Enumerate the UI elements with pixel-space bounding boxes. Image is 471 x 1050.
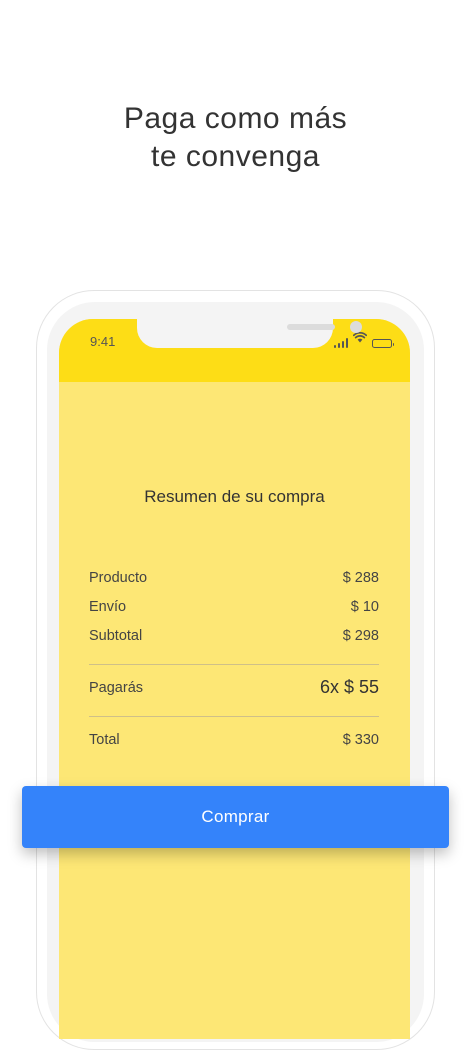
summary-row-total: Total $ 330 [89, 732, 379, 748]
phone-screen: 9:41 Resumen de su compra Producto $ 288… [59, 319, 410, 1039]
row-value: $ 10 [350, 599, 379, 615]
headline-line-2: te convenga [151, 140, 320, 173]
speaker-grill [287, 324, 335, 330]
comprar-button[interactable]: Comprar [22, 786, 449, 848]
status-icons [333, 331, 394, 348]
summary-row-subtotal: Subtotal $ 298 [89, 628, 379, 644]
battery-icon [372, 339, 394, 348]
phone-notch [137, 319, 362, 348]
front-camera [350, 321, 362, 333]
headline-line-1: Paga como más [123, 102, 348, 135]
cellular-signal-icon [333, 338, 348, 348]
headline: Paga como más te convenga [0, 100, 471, 176]
row-value: $ 298 [342, 628, 379, 644]
status-time: 9:41 [90, 334, 116, 349]
summary-title: Resumen de su compra [144, 487, 325, 506]
row-value: $ 288 [342, 570, 379, 586]
summary-row-envio: Envío $ 10 [89, 599, 379, 615]
divider [89, 716, 379, 717]
row-label: Subtotal [89, 628, 143, 644]
summary-row-producto: Producto $ 288 [89, 570, 379, 586]
divider [89, 664, 379, 665]
row-value: $ 330 [342, 732, 379, 748]
row-label: Total [89, 732, 120, 748]
row-label: Envío [89, 599, 127, 615]
installments-value: 6x $ 55 [319, 677, 379, 697]
row-label: Pagarás [89, 679, 144, 696]
summary-row-pagaras: Pagarás 6x $ 55 [89, 677, 379, 698]
row-label: Producto [89, 570, 148, 586]
